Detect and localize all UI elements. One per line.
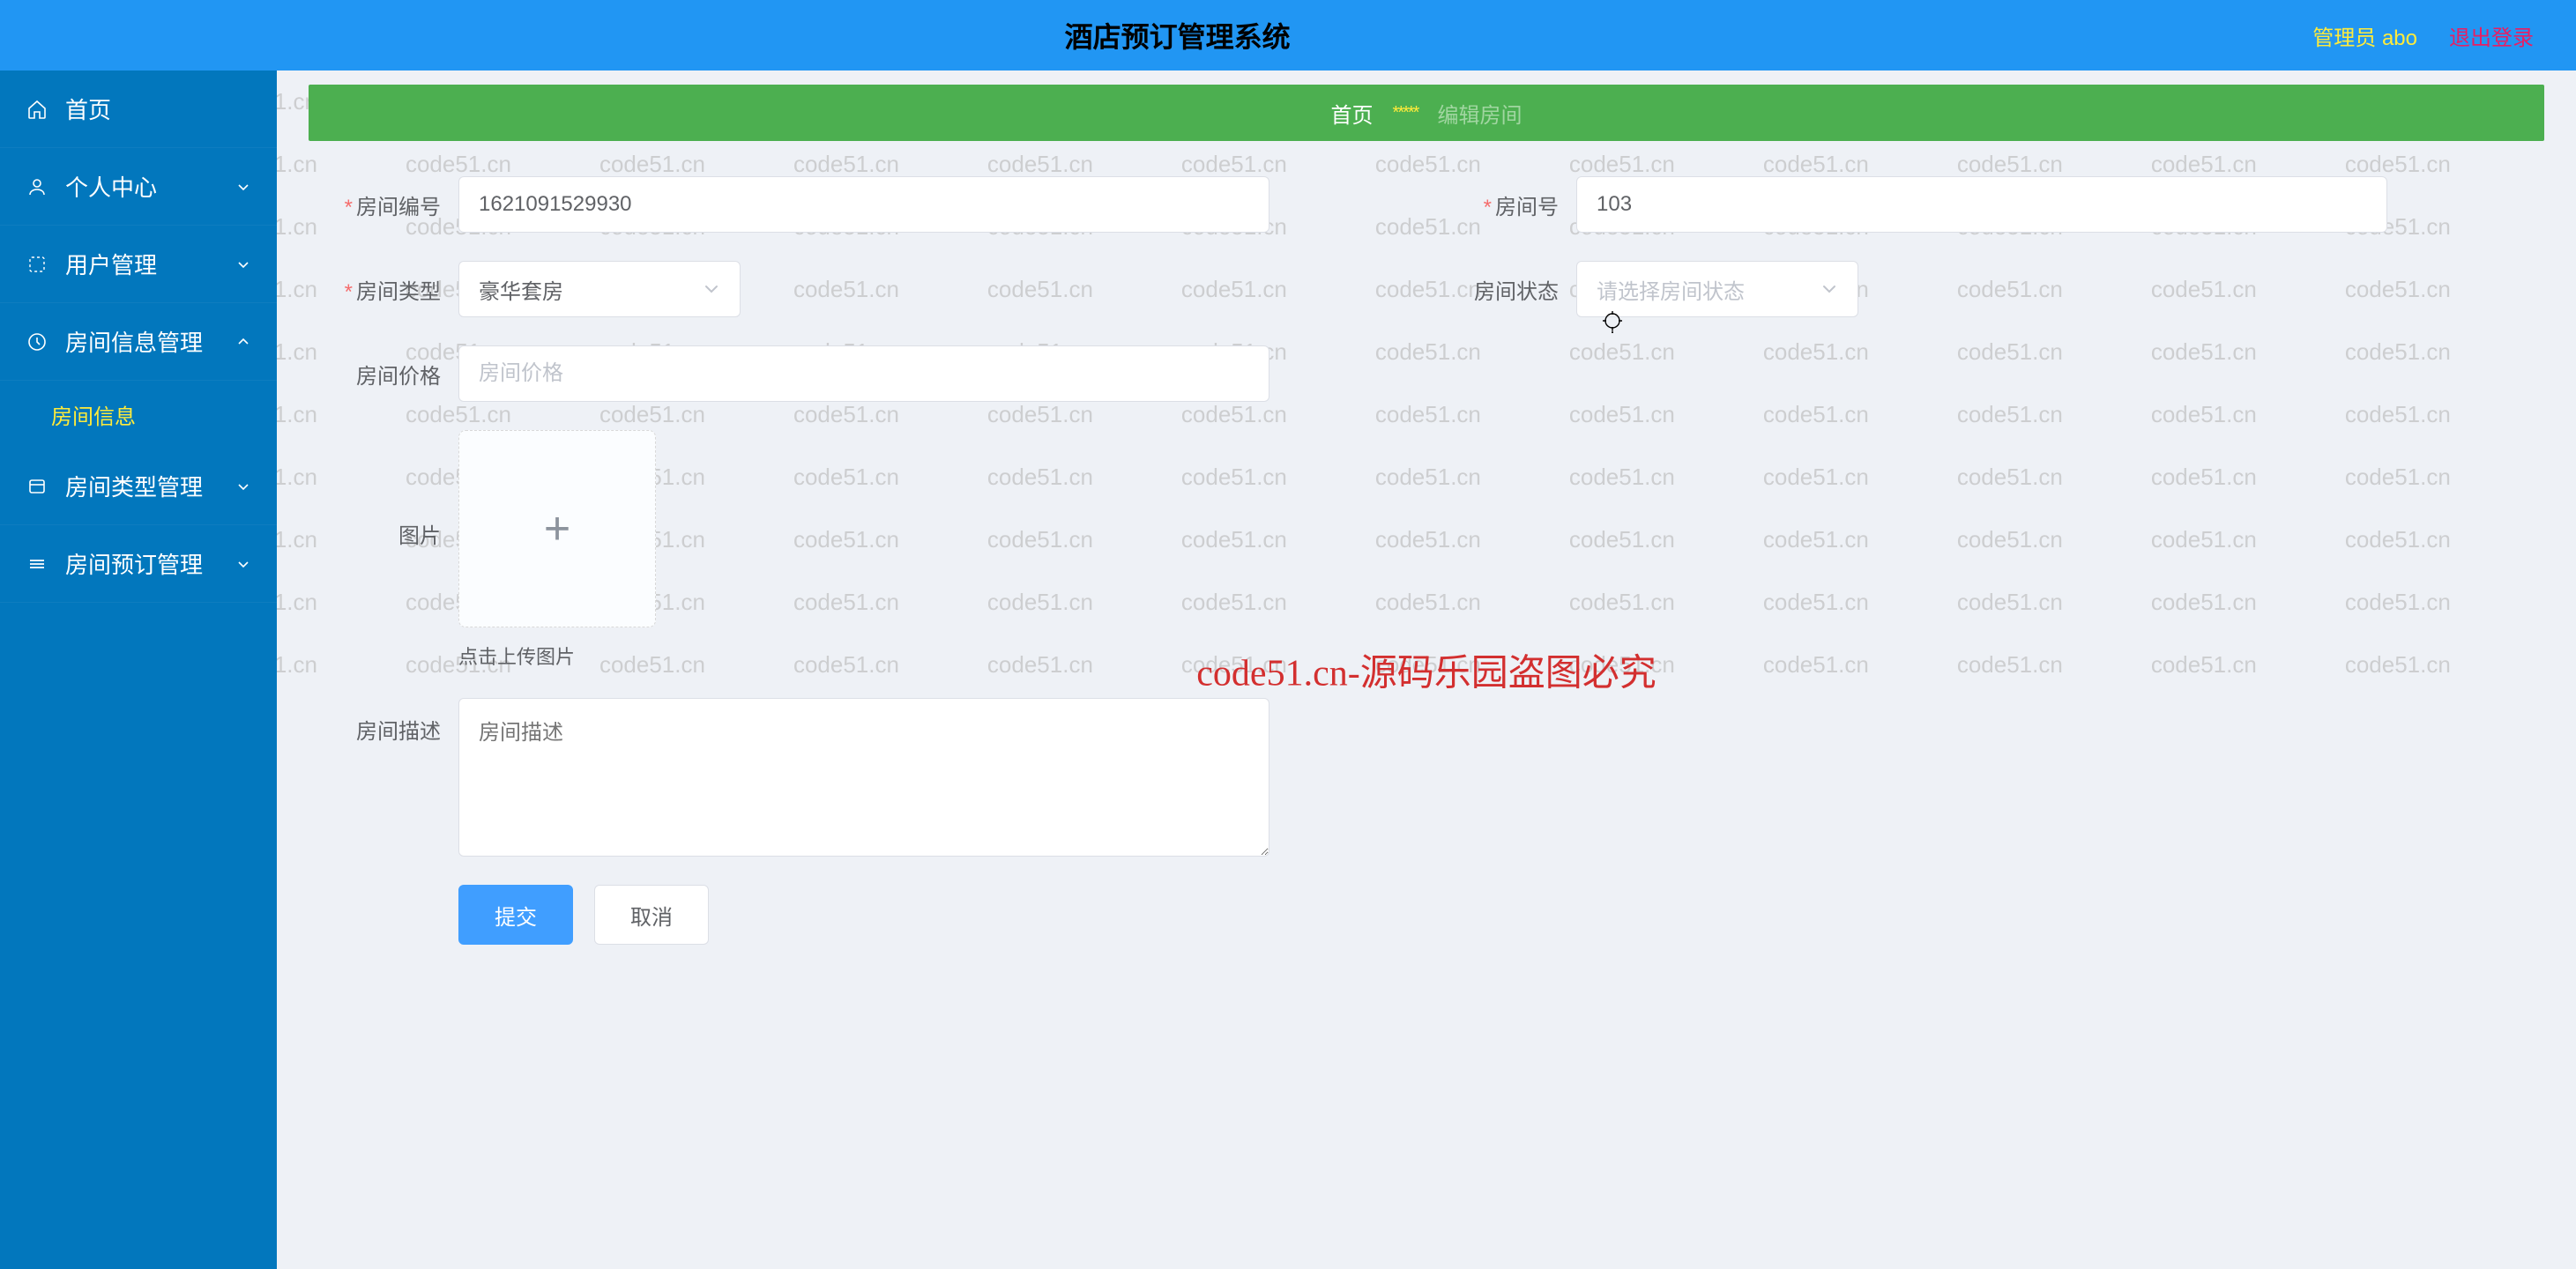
label-room-price: 房间价格 [309, 359, 458, 390]
sidebar-item-home[interactable]: 首页 [0, 70, 277, 148]
logout-link[interactable]: 退出登录 [2449, 20, 2534, 51]
input-room-price[interactable] [458, 345, 1269, 402]
breadcrumb-separator: ***** [1393, 103, 1418, 123]
select-room-type-value: 豪华套房 [479, 274, 563, 305]
users-icon [25, 252, 49, 277]
app-title: 酒店预订管理系统 [42, 15, 2312, 56]
chevron-down-icon [703, 280, 720, 298]
sidebar-item-label: 用户管理 [65, 248, 157, 280]
submit-button[interactable]: 提交 [458, 885, 573, 945]
booking-icon [25, 552, 49, 576]
chevron-down-icon [1820, 280, 1838, 298]
sidebar-subitem[interactable]: 房间信息 [0, 381, 277, 448]
select-room-status-placeholder: 请选择房间状态 [1597, 274, 1745, 305]
chevron-down-icon [235, 178, 252, 196]
sidebar-item-label: 房间类型管理 [65, 470, 203, 502]
cancel-button[interactable]: 取消 [594, 885, 709, 945]
input-room-no[interactable] [1576, 176, 2387, 233]
plus-icon: + [544, 502, 570, 555]
breadcrumb-current: 编辑房间 [1437, 98, 1522, 129]
sidebar-item-label: 房间预订管理 [65, 547, 203, 580]
select-room-type[interactable]: 豪华套房 [458, 261, 741, 317]
sidebar: 首页个人中心用户管理房间信息管理房间信息房间类型管理房间预订管理 [0, 70, 277, 1269]
label-room-status: 房间状态 [1426, 274, 1576, 305]
upload-hint: 点击上传图片 [458, 642, 575, 670]
label-image: 图片 [309, 430, 458, 549]
chevron-down-icon [235, 478, 252, 495]
label-desc: 房间描述 [309, 698, 458, 745]
room-icon [25, 330, 49, 354]
input-room-code[interactable] [458, 176, 1269, 233]
breadcrumb: 首页 ***** 编辑房间 [309, 85, 2544, 141]
sidebar-item-label: 个人中心 [65, 170, 157, 203]
app-header: 酒店预订管理系统 管理员 abo 退出登录 [0, 0, 2576, 70]
user-icon [25, 174, 49, 199]
sidebar-item-room[interactable]: 房间信息管理 [0, 303, 277, 381]
admin-name[interactable]: 管理员 abo [2312, 20, 2417, 51]
sidebar-item-label: 首页 [65, 93, 111, 125]
sidebar-item-type[interactable]: 房间类型管理 [0, 448, 277, 525]
label-room-code: *房间编号 [309, 189, 458, 220]
label-room-type: *房间类型 [309, 274, 458, 305]
room-form: *房间编号 *房间号 *房间类型 豪华套房 [309, 159, 2544, 945]
main-content: 首页 ***** 编辑房间 *房间编号 *房间号 *房间类型 豪华套 [277, 70, 2576, 1269]
chevron-down-icon [235, 555, 252, 573]
textarea-desc[interactable] [458, 698, 1269, 857]
select-room-status[interactable]: 请选择房间状态 [1576, 261, 1858, 317]
type-icon [25, 474, 49, 499]
home-icon [25, 97, 49, 122]
sidebar-item-label: 房间信息管理 [65, 325, 203, 358]
sidebar-item-booking[interactable]: 房间预订管理 [0, 525, 277, 603]
chevron-down-icon [235, 256, 252, 273]
upload-image-box[interactable]: + [458, 430, 656, 627]
sidebar-item-user[interactable]: 个人中心 [0, 148, 277, 226]
chevron-up-icon [235, 333, 252, 351]
label-room-no: *房间号 [1426, 189, 1576, 220]
breadcrumb-home[interactable]: 首页 [1331, 98, 1374, 129]
sidebar-item-users[interactable]: 用户管理 [0, 226, 277, 303]
